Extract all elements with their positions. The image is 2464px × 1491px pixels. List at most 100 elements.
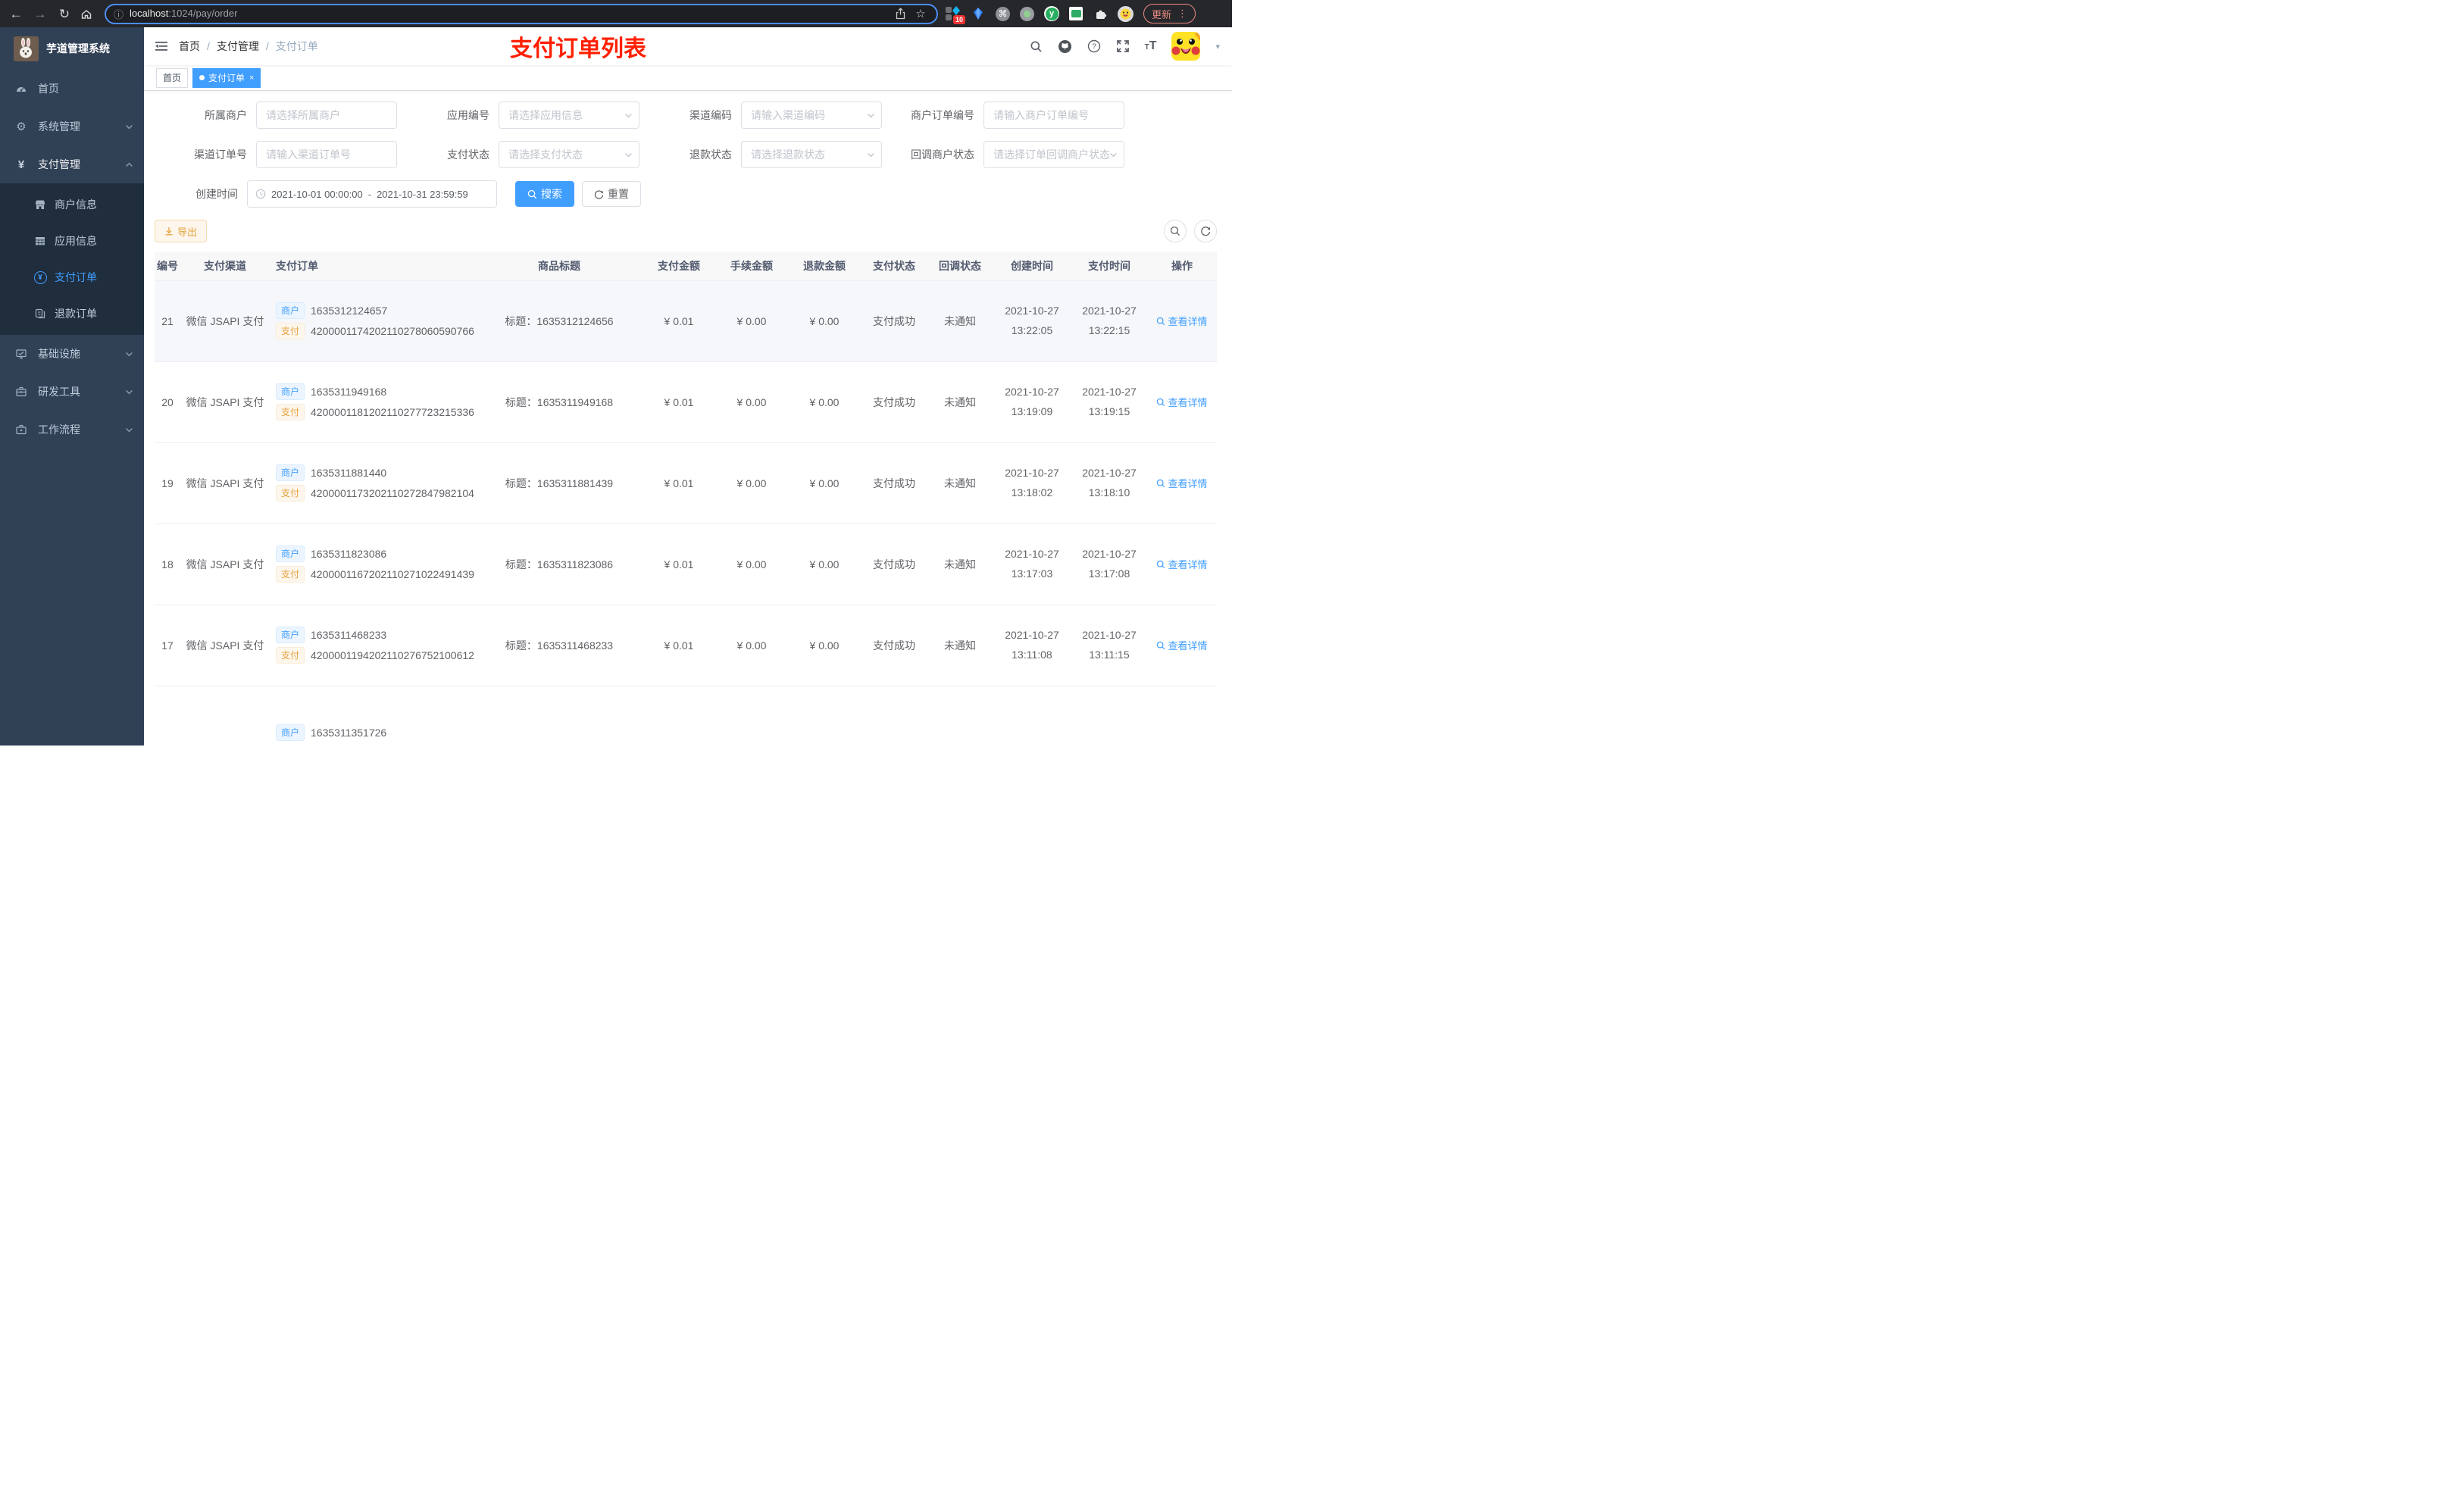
view-detail-link[interactable]: 查看详情 [1156, 314, 1208, 328]
view-detail-link[interactable]: 查看详情 [1156, 638, 1208, 652]
sidebar-item-system[interactable]: ⚙ 系统管理 [0, 108, 144, 145]
merchant-order-no: 1635311468233 [311, 629, 387, 641]
extensions-row: 10 ⌘ y 更新 ⋮ [946, 4, 1196, 24]
y-extension-icon[interactable]: y [1044, 6, 1059, 21]
filter-notify-status: 回调商户状态 [882, 141, 1124, 168]
sidebar-item-infra[interactable]: 基础设施 [0, 335, 144, 373]
view-detail-link[interactable]: 查看详情 [1156, 476, 1208, 490]
reset-button[interactable]: 重置 [582, 181, 641, 207]
tab-home[interactable]: 首页 [156, 67, 189, 88]
merchant-select-input[interactable] [256, 102, 397, 129]
share-icon[interactable] [895, 8, 906, 20]
table-row: 21 微信 JSAPI 支付 商户 1635312124657 支付 4200001… [155, 280, 1217, 362]
sidebar-item-merchant-info[interactable]: 商户信息 [0, 186, 144, 223]
bookmark-star-icon[interactable]: ☆ [912, 8, 929, 20]
gem-extension-icon[interactable] [971, 6, 986, 21]
help-icon[interactable]: ? [1087, 39, 1101, 53]
merchant-tag: 商户 [276, 302, 305, 319]
channel-code-select-input[interactable] [741, 102, 882, 129]
sidebar-item-home[interactable]: 首页 [0, 70, 144, 108]
search-icon [1157, 641, 1165, 649]
filter-channel-code: 渠道编码 [639, 102, 882, 129]
sketch-extension-icon[interactable]: 10 [946, 6, 965, 24]
search-icon [1157, 398, 1165, 406]
sidebar-item-app-info[interactable]: 应用信息 [0, 223, 144, 259]
pay-status-select-input[interactable] [499, 141, 639, 168]
payment-submenu: 商户信息 应用信息 ¥ 支付订单 退款订单 [0, 183, 144, 335]
app-select-input[interactable] [499, 102, 639, 129]
sidebar-item-refund-order[interactable]: 退款订单 [0, 295, 144, 332]
view-detail-link[interactable]: 查看详情 [1156, 395, 1208, 409]
font-size-icon[interactable]: TT [1145, 39, 1157, 53]
dot-extension-icon[interactable] [1020, 6, 1034, 21]
close-tab-icon[interactable]: × [249, 73, 254, 83]
search-icon [527, 189, 537, 198]
app-title: 芋道管理系统 [46, 42, 110, 55]
user-avatar[interactable] [1171, 32, 1201, 61]
merchant-tag: 商户 [276, 724, 305, 741]
merchant-order-no: 1635311823086 [311, 548, 387, 560]
hamburger-icon[interactable] [144, 27, 179, 65]
filter-create-time: 创建时间 2021-10-01 00:00:00 - 2021-10-31 23… [155, 180, 497, 208]
search-icon[interactable] [1030, 40, 1043, 53]
address-bar[interactable]: ⓘ localhost:1024/pay/order ☆ [105, 3, 938, 24]
clock-icon [255, 189, 266, 199]
logo-rabbit-image [14, 36, 39, 61]
info-icon[interactable]: ⓘ [114, 7, 124, 21]
notify-status-select-input[interactable] [983, 141, 1124, 168]
breadcrumb-payment[interactable]: 支付管理 [217, 39, 259, 54]
merchant-order-no: 1635311351726 [311, 727, 387, 739]
storefront-icon [33, 198, 47, 211]
chevron-down-icon [126, 389, 133, 395]
export-button[interactable]: 导出 [155, 220, 208, 242]
reload-icon[interactable]: ↻ [56, 8, 73, 20]
channel-order-no-input[interactable] [256, 141, 397, 168]
profile-emoji-avatar[interactable] [1118, 5, 1134, 22]
sidebar-item-workflow[interactable]: 工作流程 [0, 411, 144, 449]
sidebar: 芋道管理系统 首页 ⚙ 系统管理 ¥ 支付管理 商户信息 应用信息 ¥ 支付订单… [0, 27, 144, 746]
toolbox-icon [15, 386, 27, 398]
download-icon [165, 227, 173, 236]
avatar-caret-icon[interactable]: ▾ [1215, 42, 1220, 52]
tab-pay-order[interactable]: 支付订单 × [192, 67, 261, 88]
view-detail-link[interactable]: 查看详情 [1156, 557, 1208, 571]
browser-update-button[interactable]: 更新 ⋮ [1143, 4, 1196, 23]
search-icon [1157, 317, 1165, 325]
refresh-table-button[interactable] [1194, 220, 1217, 242]
grid-icon [33, 235, 47, 247]
toggle-search-button[interactable] [1164, 220, 1187, 242]
back-icon[interactable]: ← [8, 8, 24, 20]
chevron-down-icon [126, 124, 133, 130]
home-icon[interactable] [80, 8, 97, 20]
filter-merchant-order-no: 商户订单编号 [882, 102, 1124, 129]
github-icon[interactable] [1058, 39, 1072, 54]
chevron-down-icon [126, 352, 133, 357]
refresh-icon [1201, 227, 1211, 236]
search-button[interactable]: 搜索 [515, 181, 574, 207]
pay-order-no: 4200001174202110278060590766 [311, 325, 474, 337]
sidebar-logo[interactable]: 芋道管理系统 [0, 27, 144, 70]
puzzle-extensions-icon[interactable] [1093, 6, 1108, 21]
sidebar-item-dev-tools[interactable]: 研发工具 [0, 373, 144, 411]
search-icon [1157, 560, 1165, 568]
merchant-order-no-input[interactable] [983, 102, 1124, 129]
merchant-order-no: 1635311949168 [311, 386, 387, 398]
table-header-row: 编号 支付渠道 支付订单 商品标题 支付金额 手续金额 退款金额 支付状态 回调… [155, 252, 1217, 281]
table-row: 19 微信 JSAPI 支付 商户 1635311881440 支付 4200001… [155, 442, 1217, 524]
pay-tag: 支付 [276, 647, 305, 664]
chat-extension-icon[interactable] [1069, 7, 1083, 20]
top-navbar: 首页 / 支付管理 / 支付订单 支付订单列表 ? TT ▾ [144, 27, 1232, 65]
pay-tag: 支付 [276, 485, 305, 502]
browser-menu-dots-icon[interactable]: ⋮ [1177, 8, 1187, 20]
sidebar-item-pay-order[interactable]: ¥ 支付订单 [0, 259, 144, 295]
refund-status-select-input[interactable] [741, 141, 882, 168]
fullscreen-icon[interactable] [1116, 39, 1130, 53]
main-panel: 所属商户 应用编号 渠道编码 商户订单编号 [144, 91, 1232, 746]
sidebar-item-payment[interactable]: ¥ 支付管理 [0, 145, 144, 183]
filter-channel-order-no: 渠道订单号 [155, 141, 397, 168]
breadcrumb-home[interactable]: 首页 [179, 39, 200, 54]
date-range-input[interactable]: 2021-10-01 00:00:00 - 2021-10-31 23:59:5… [247, 180, 497, 208]
merchant-order-no: 1635312124657 [311, 305, 388, 317]
command-extension-icon[interactable]: ⌘ [996, 6, 1010, 21]
forward-icon[interactable]: → [32, 8, 48, 20]
